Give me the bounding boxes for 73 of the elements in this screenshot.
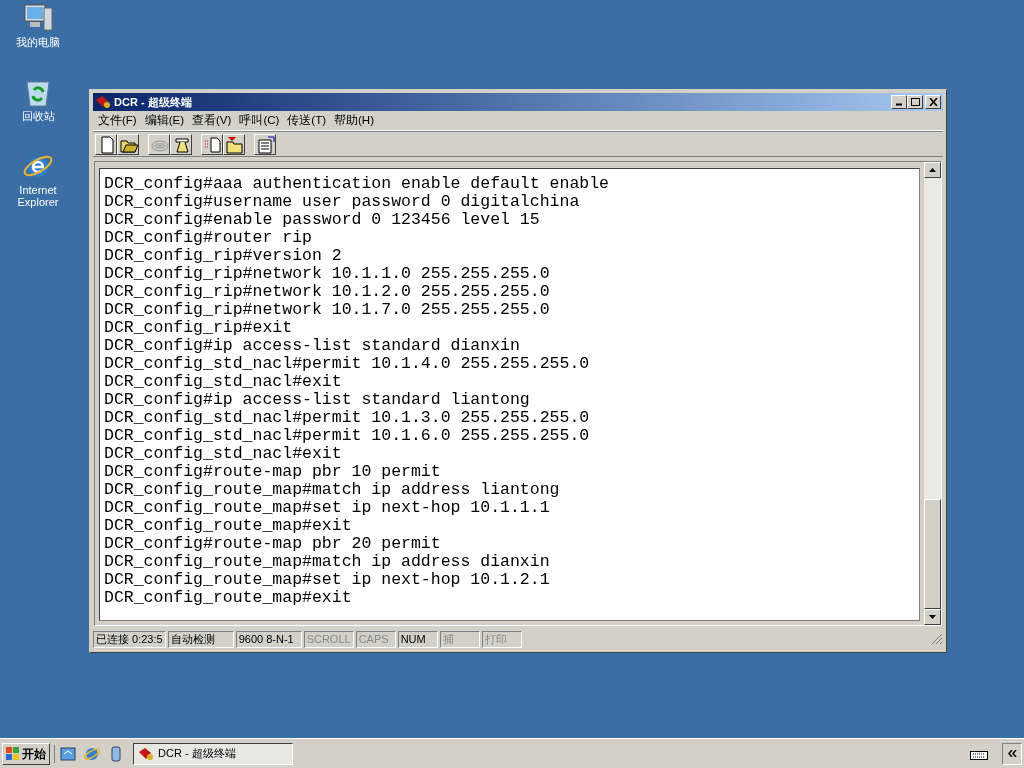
close-button[interactable] (925, 95, 941, 109)
terminal-line: DCR_config_rip#network 10.1.7.0 255.255.255.0 (104, 301, 550, 319)
terminal-line: DCR_config_rip#version 2 (104, 247, 342, 265)
status-pane: 捕 (439, 630, 480, 648)
menu-item[interactable]: 查看(V) (189, 111, 235, 130)
terminal-line: DCR_config#route-map pbr 10 permit (104, 463, 441, 481)
down-arrow-icon (929, 615, 936, 619)
terminal-line: DCR_config#enable password 0 123456 level 15 (104, 211, 540, 229)
desktop-icon-label[interactable]: Internet Explorer (3, 184, 73, 208)
minimize-button[interactable] (891, 95, 907, 109)
status-pane: 打印 (481, 630, 522, 648)
terminal-line: DCR_config_route_map#exit (104, 589, 352, 607)
app-icon (95, 95, 111, 109)
desktop-quick-launch-icon[interactable] (59, 744, 77, 763)
properties-toolbar-button[interactable] (254, 133, 276, 155)
send-toolbar-button[interactable] (201, 133, 223, 155)
scroll-down-button[interactable] (924, 609, 941, 625)
terminal-screen[interactable] (99, 168, 920, 621)
terminal-line: DCR_config_std_nacl#exit (104, 373, 342, 391)
terminal-line: DCR_config_route_map#set ip next-hop 10.1.1.1 (104, 499, 550, 517)
terminal-line: DCR_config_std_nacl#permit 10.1.3.0 255.255.255.0 (104, 409, 590, 427)
terminal-line: DCR_config_std_nacl#permit 10.1.6.0 255.255.255.0 (104, 427, 590, 445)
terminal-line: DCR_config_rip#network 10.1.1.0 255.255.255.0 (104, 265, 550, 283)
receive-toolbar-button[interactable] (223, 133, 245, 155)
call-toolbar-button[interactable] (170, 133, 192, 155)
menu-item[interactable]: 呼叫(C) (236, 111, 283, 130)
menu-item[interactable]: 传送(T) (284, 111, 330, 130)
maximize-icon (910, 98, 920, 106)
terminal-line: DCR_config#router rip (104, 229, 312, 247)
terminal-line: DCR_config#username user password 0 digitalchina (104, 193, 580, 211)
menu-item[interactable]: 文件(F) (95, 111, 140, 130)
terminal-line: DCR_config_std_nacl#exit (104, 445, 342, 463)
status-pane: 9600 8-N-1 (235, 630, 302, 648)
terminal-line: DCR_config_route_map#match ip address liantong (104, 481, 560, 499)
expand-tray-button[interactable] (1002, 742, 1022, 765)
terminal-line: DCR_config#ip access-list standard liantong (104, 391, 530, 409)
desktop-icon-label[interactable]: 回收站 (3, 110, 73, 122)
menu-item[interactable]: 帮助(H) (331, 111, 377, 130)
terminal-line: DCR_config#aaa authentication enable default enable (104, 175, 609, 193)
maximize-button[interactable] (907, 95, 923, 109)
scrollbar[interactable] (924, 162, 941, 625)
status-pane: SCROLL (303, 630, 354, 648)
status-pane: 自动检测 (167, 630, 234, 648)
open-toolbar-button[interactable] (117, 133, 139, 155)
status-pane: 已连接 0:23:5 (93, 630, 166, 648)
window-title: DCR - 超级终端 (114, 94, 193, 110)
terminal-line: DCR_config_route_map#exit (104, 517, 352, 535)
up-arrow-icon (929, 168, 936, 172)
status-pane: CAPS (355, 630, 396, 648)
terminal-line: DCR_config_rip#exit (104, 319, 293, 337)
menu-item[interactable]: 编辑(E) (141, 111, 188, 130)
new-toolbar-button[interactable] (95, 133, 117, 155)
windows-logo-icon (6, 747, 20, 760)
close-icon (928, 98, 938, 106)
start-button[interactable]: 开始 (2, 742, 50, 765)
scroll-thumb[interactable] (924, 499, 941, 609)
computer-icon (22, 2, 54, 34)
scroll-up-button[interactable] (924, 162, 941, 178)
double-chevron-icon (1007, 750, 1017, 757)
terminal-line: DCR_config_rip#network 10.1.2.0 255.255.255.0 (104, 283, 550, 301)
desktop-icon-label[interactable]: 我的电脑 (3, 36, 73, 48)
terminal-line: DCR_config_route_map#set ip next-hop 10.1.2.1 (104, 571, 550, 589)
terminal-line: DCR_config#route-map pbr 20 permit (104, 535, 441, 553)
properties-icon (255, 134, 275, 154)
status-pane: NUM (397, 630, 438, 648)
resize-grip-icon[interactable] (931, 633, 943, 645)
send-icon (202, 134, 222, 154)
terminal-line: DCR_config_std_nacl#permit 10.1.4.0 255.255.255.0 (104, 355, 590, 373)
taskbar-task-button[interactable]: DCR - 超级终端 (133, 742, 293, 765)
terminal-line: DCR_config_route_map#match ip address dianxin (104, 553, 550, 571)
terminal-line: DCR_config#ip access-list standard dianxin (104, 337, 520, 355)
receive-icon (224, 134, 244, 154)
app-icon (138, 746, 154, 761)
